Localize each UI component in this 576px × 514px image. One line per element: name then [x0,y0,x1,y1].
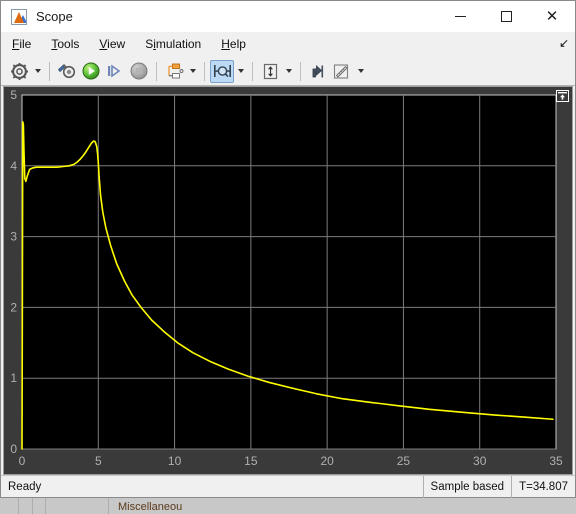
style-button[interactable] [330,60,354,83]
background-block-label: Miscellaneou [118,501,183,513]
svg-text:3: 3 [10,230,17,244]
scope-window: Scope ✕ File Tools View Simulation Help … [0,0,576,498]
autoscale-button[interactable] [258,60,282,83]
style-dropdown[interactable] [354,60,367,83]
svg-text:25: 25 [397,454,411,468]
chevron-down-icon [357,69,364,73]
cursor-measurements-button[interactable] [210,59,234,83]
autoscale-dropdown[interactable] [282,60,295,83]
menu-tools[interactable]: Tools [42,34,88,54]
menu-overflow-arrow-icon[interactable]: ↘ [559,36,569,50]
step-forward-icon [108,64,121,78]
zoom-y-axis-icon [312,64,323,77]
step-forward-button[interactable] [103,60,127,83]
menu-help-rest: elp [229,37,246,51]
status-frame-mode: Sample based [422,475,512,498]
maximize-button[interactable] [483,1,529,32]
toolbar-separator [204,61,205,81]
toolbar-separator [49,61,50,81]
toolbar-separator [252,61,253,81]
close-icon: ✕ [545,8,559,25]
svg-text:0: 0 [19,454,26,468]
svg-text:1: 1 [10,371,17,385]
print-scope-icon [57,63,75,78]
chevron-down-icon [237,69,244,73]
menu-view-rest: iew [107,37,126,51]
close-button[interactable]: ✕ [529,1,575,32]
matlab-scope-icon [11,8,27,25]
svg-text:5: 5 [10,88,17,102]
cursor-measurements-dropdown[interactable] [234,60,247,83]
minimize-icon [454,16,466,17]
menu-simulation[interactable]: Simulation [136,34,210,54]
configuration-properties-button[interactable] [7,60,31,83]
menu-help[interactable]: Help [212,34,255,54]
play-icon [82,62,100,80]
window-title: Scope [36,9,73,24]
gear-icon [10,62,28,80]
status-bar: Ready Sample based T=34.807 [1,475,575,498]
run-button[interactable] [79,60,103,83]
menu-tools-rest: ools [57,37,80,51]
svg-text:20: 20 [320,454,334,468]
zoom-in-y-button[interactable] [306,60,330,83]
svg-text:4: 4 [10,159,17,173]
status-ready-label: Ready [8,480,42,493]
menu-view-mnemonic: V [99,37,108,51]
menu-file-rest: ile [19,37,32,51]
svg-text:30: 30 [473,454,487,468]
configuration-properties-dropdown[interactable] [31,60,44,83]
status-time: T=34.807 [511,475,575,498]
maximize-axes-icon [558,92,567,100]
chevron-down-icon [189,69,196,73]
stop-icon [130,62,148,80]
signal-selection-button[interactable] [162,60,186,83]
menu-simulation-pre: S [145,37,154,51]
chevron-down-icon [34,69,41,73]
maximize-icon [500,11,512,22]
title-bar: Scope ✕ [1,1,575,32]
pencil-ruler-icon [333,63,349,79]
toolbar-separator [300,61,301,81]
menu-view[interactable]: View [90,34,134,54]
maximize-axes-button[interactable] [556,90,569,102]
toolbar [1,57,575,86]
menu-file[interactable]: File [3,34,40,54]
scope-plot-area[interactable]: 0 5 10 15 20 25 30 35 0 1 2 3 4 5 [3,86,573,475]
stop-button[interactable] [127,60,151,83]
print-button[interactable] [55,60,79,83]
svg-text:2: 2 [10,300,17,314]
svg-text:5: 5 [95,454,102,468]
menu-bar: File Tools View Simulation Help ↘ [1,32,575,57]
autoscale-arrows-icon [263,63,277,79]
signal-blocks-icon [167,63,183,78]
window-controls: ✕ [437,1,575,32]
menu-help-mnemonic: H [221,37,230,51]
svg-text:35: 35 [549,454,563,468]
scope-chart: 0 5 10 15 20 25 30 35 0 1 2 3 4 5 [4,87,572,474]
toolbar-separator [156,61,157,81]
chevron-down-icon [285,69,292,73]
svg-text:10: 10 [168,454,182,468]
svg-text:0: 0 [10,442,17,456]
minimize-button[interactable] [437,1,483,32]
svg-text:15: 15 [244,454,258,468]
cursor-measure-icon [213,65,231,78]
menu-simulation-rest: mulation [155,37,202,51]
signal-selection-dropdown[interactable] [186,60,199,83]
